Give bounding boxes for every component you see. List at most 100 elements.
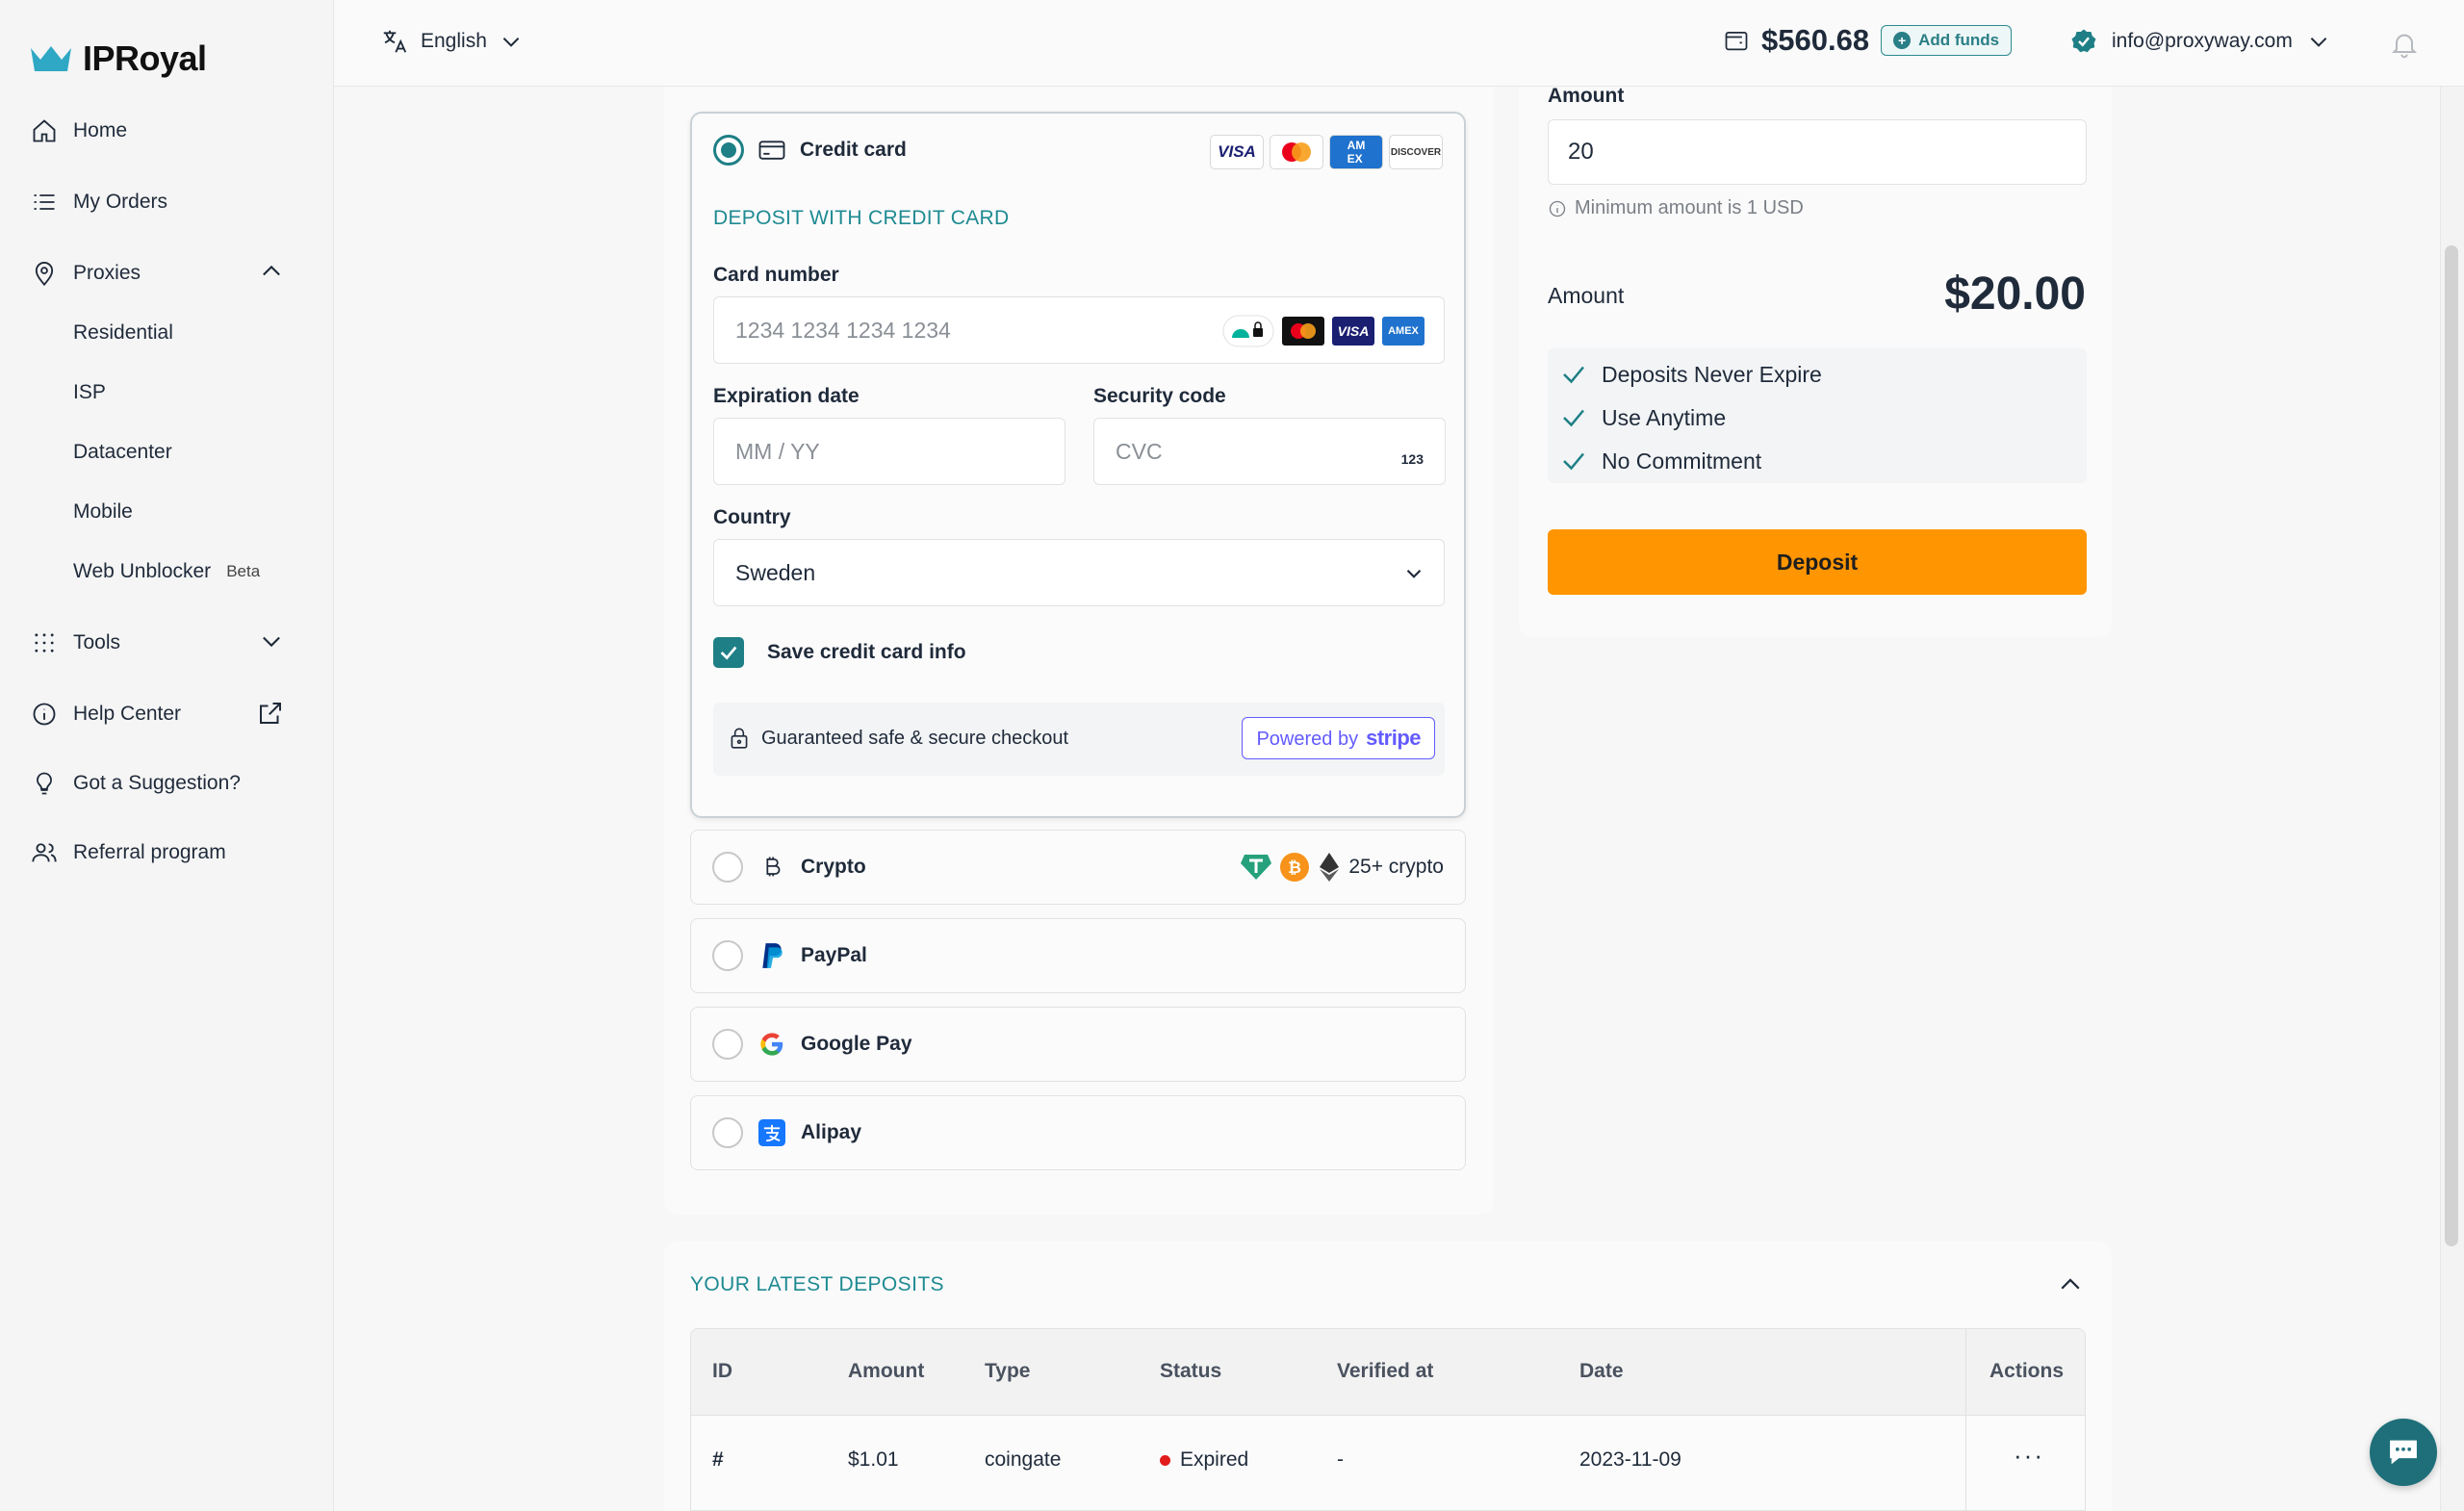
sidebar-item-label: Help Center — [73, 703, 182, 725]
verified-badge-icon — [2071, 29, 2096, 53]
save-card-checkbox[interactable] — [713, 637, 744, 668]
sidebar-item-tools[interactable]: Tools — [29, 627, 120, 658]
svg-text:₿: ₿ — [1288, 858, 1301, 877]
sidebar-item-help-center[interactable]: Help Center — [29, 699, 181, 730]
chat-bubble-icon — [2390, 1440, 2417, 1465]
security-code-input[interactable]: CVC 123 — [1093, 418, 1446, 485]
stripe-logo: stripe — [1366, 726, 1421, 750]
credit-card-radio[interactable] — [713, 135, 744, 166]
chevron-up-icon[interactable] — [258, 258, 285, 285]
mastercard-icon — [1270, 135, 1323, 169]
bell-icon[interactable] — [2389, 29, 2420, 60]
chat-button[interactable] — [2370, 1419, 2437, 1486]
sidebar-item-my-orders[interactable]: My Orders — [29, 187, 167, 218]
security-code-label: Security code — [1093, 385, 1226, 407]
card-number-label: Card number — [713, 264, 839, 286]
sidebar-subitem-web-unblocker[interactable]: Web Unblocker Beta — [73, 560, 260, 583]
column-header-verified-at[interactable]: Verified at — [1337, 1360, 1433, 1383]
row-actions-menu-button[interactable]: ··· — [2014, 1441, 2044, 1471]
external-link-icon[interactable] — [256, 699, 285, 728]
sidebar-item-label: My Orders — [73, 191, 168, 213]
paypal-radio[interactable] — [712, 940, 743, 971]
crypto-method[interactable]: Crypto ₿ 25+ crypto — [690, 830, 1466, 905]
sidebar-item-suggestion[interactable]: Got a Suggestion? — [29, 768, 241, 799]
country-select[interactable]: Sweden — [713, 539, 1445, 606]
paypal-method[interactable]: PayPal — [690, 918, 1466, 993]
crypto-radio[interactable] — [712, 852, 743, 883]
crypto-label: Crypto — [801, 856, 866, 878]
chevron-down-icon — [502, 38, 520, 47]
cell-amount: $1.01 — [848, 1448, 899, 1471]
secure-checkout-box: Guaranteed safe & secure checkout Powere… — [713, 703, 1445, 776]
column-header-amount[interactable]: Amount — [848, 1360, 924, 1383]
column-header-date[interactable]: Date — [1579, 1360, 1624, 1383]
deposit-button[interactable]: Deposit — [1548, 529, 2087, 595]
column-header-status[interactable]: Status — [1160, 1360, 1221, 1383]
expiration-input[interactable]: MM / YY — [713, 418, 1065, 485]
sidebar-subitem-residential[interactable]: Residential — [73, 321, 173, 345]
google-pay-label: Google Pay — [801, 1033, 912, 1055]
sidebar-subitem-isp[interactable]: ISP — [73, 381, 106, 404]
beta-badge: Beta — [226, 562, 261, 580]
sidebar-item-referral[interactable]: Referral program — [29, 837, 226, 868]
check-icon — [1563, 452, 1584, 471]
cell-status: Expired — [1160, 1448, 1248, 1472]
amount-input[interactable]: 20 — [1548, 119, 2087, 185]
powered-by-stripe-badge[interactable]: Powered by stripe — [1242, 717, 1435, 759]
benefit-item: Deposits Never Expire — [1559, 360, 1822, 389]
brand-name: IPRoyal — [83, 38, 207, 78]
alipay-icon — [758, 1119, 785, 1146]
card-number-input[interactable]: 1234 1234 1234 1234 VISA AMEX — [713, 296, 1445, 364]
alipay-method[interactable]: Alipay — [690, 1095, 1466, 1170]
paypal-label: PayPal — [801, 944, 867, 966]
latest-deposits-title: YOUR LATEST DEPOSITS — [690, 1273, 944, 1295]
card-input-brands: VISA AMEX — [1222, 315, 1424, 347]
user-email: info@proxyway.com — [2112, 30, 2293, 52]
save-card-label: Save credit card info — [767, 641, 966, 663]
chevron-down-icon[interactable] — [258, 627, 285, 654]
sidebar-item-label: Home — [73, 119, 128, 141]
column-header-id[interactable]: ID — [712, 1360, 732, 1383]
amount-input-label: Amount — [1548, 85, 1625, 107]
google-pay-radio[interactable] — [712, 1029, 743, 1060]
user-menu[interactable]: info@proxyway.com — [2069, 27, 2331, 56]
add-funds-button[interactable]: + Add funds — [1881, 25, 2013, 56]
visa-icon: VISA — [1210, 135, 1264, 169]
alipay-radio[interactable] — [712, 1117, 743, 1148]
card-brands: VISA AM EX DISCOVER — [1210, 135, 1443, 169]
credit-card-method[interactable]: Credit card VISA AM EX DISCOVER DEPOSIT W… — [690, 112, 1466, 818]
balance-value: $560.68 — [1761, 23, 1870, 57]
credit-card-label: Credit card — [800, 139, 907, 161]
secure-checkout-text: Guaranteed safe & secure checkout — [727, 726, 1068, 751]
sidebar-subitem-mobile[interactable]: Mobile — [73, 500, 133, 524]
alipay-label: Alipay — [801, 1121, 862, 1143]
sidebar-item-home[interactable]: Home — [29, 115, 127, 146]
logo[interactable]: IPRoyal — [29, 38, 207, 79]
grid-dots-icon — [29, 627, 60, 658]
card-number-placeholder: 1234 1234 1234 1234 — [735, 317, 951, 343]
column-header-type[interactable]: Type — [985, 1360, 1030, 1383]
language-label: English — [421, 30, 487, 52]
sidebar-item-label: Referral program — [73, 841, 226, 863]
column-header-actions: Actions — [1989, 1360, 2065, 1382]
discover-icon: DISCOVER — [1389, 135, 1443, 169]
benefits-list: Deposits Never Expire Use Anytime No Com… — [1548, 348, 2087, 483]
bitcoin-coin-icon: ₿ — [1280, 853, 1310, 882]
users-icon — [29, 837, 60, 868]
chevron-up-icon[interactable] — [2056, 1270, 2085, 1299]
sidebar-item-proxies[interactable]: Proxies — [29, 258, 141, 289]
credit-card-header[interactable]: Credit card — [713, 135, 907, 166]
wallet-icon — [1725, 31, 1748, 51]
google-icon — [760, 1033, 783, 1056]
lightbulb-icon — [29, 768, 60, 799]
language-selector[interactable]: English — [380, 27, 524, 56]
section-title-credit-card: DEPOSIT WITH CREDIT CARD — [713, 207, 1010, 229]
sidebar-subitem-datacenter[interactable]: Datacenter — [73, 441, 172, 464]
cell-verified-at: - — [1337, 1448, 1344, 1471]
scrollbar-thumb[interactable] — [2445, 245, 2458, 1246]
credit-card-icon — [758, 141, 785, 160]
location-pin-icon — [29, 258, 60, 289]
crown-logo-icon — [31, 46, 71, 71]
google-pay-method[interactable]: Google Pay — [690, 1007, 1466, 1082]
check-icon — [720, 646, 737, 660]
